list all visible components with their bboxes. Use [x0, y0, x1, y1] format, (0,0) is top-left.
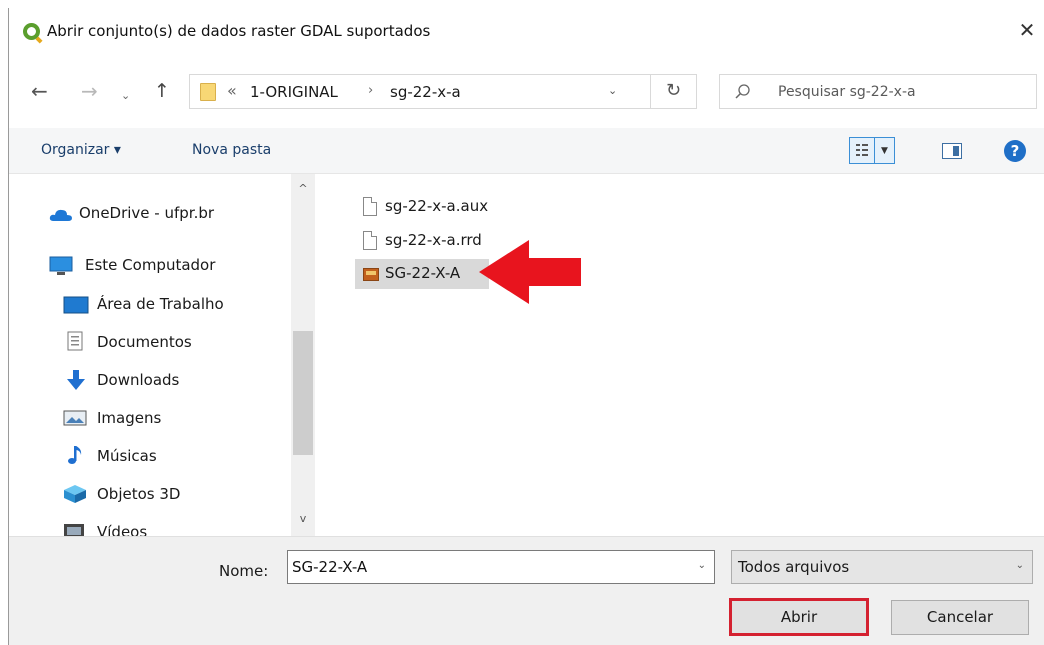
preview-pane-icon[interactable] — [942, 143, 962, 159]
file-item-sg-22-x-a[interactable]: SG-22-X-A — [355, 259, 489, 289]
scroll-thumb[interactable] — [293, 331, 313, 455]
file-name: SG-22-X-A — [385, 264, 461, 282]
file-name-combobox[interactable]: ⌄ — [287, 550, 715, 584]
sidebar-item-label: Downloads — [97, 371, 180, 389]
chevron-down-icon[interactable]: ⌄ — [698, 560, 706, 571]
dialog-title: Abrir conjunto(s) de dados raster GDAL s… — [47, 22, 431, 40]
computer-icon — [49, 256, 73, 275]
file-type-filter-select[interactable]: Todos arquivos ⌄ — [731, 550, 1033, 584]
up-folder-arrow-icon[interactable]: ↑ — [154, 81, 170, 101]
raster-image-icon — [363, 268, 379, 281]
sidebar-item-label: Documentos — [97, 333, 192, 351]
open-file-dialog: Abrir conjunto(s) de dados raster GDAL s… — [8, 8, 1044, 645]
open-button[interactable]: Abrir — [729, 598, 869, 636]
annotation-arrow-icon — [479, 240, 581, 304]
back-arrow-icon[interactable]: ← — [31, 81, 48, 101]
file-name: sg-22-x-a.rrd — [385, 231, 482, 249]
desktop-icon — [63, 296, 89, 314]
scroll-up-icon[interactable]: ^ — [291, 182, 315, 195]
scroll-down-icon[interactable]: v — [291, 512, 315, 525]
navigation-pane: OneDrive - ufpr.br Este Computador Área … — [9, 174, 315, 536]
sidebar-item-label: Imagens — [97, 409, 162, 427]
search-icon — [735, 84, 750, 99]
download-icon — [67, 370, 85, 390]
chevron-down-icon[interactable]: ⌄ — [1016, 560, 1024, 571]
sidebar-item-label: Vídeos — [97, 523, 148, 536]
details-view-icon — [856, 144, 868, 156]
search-input[interactable] — [778, 81, 1028, 103]
address-bar[interactable]: « 1-ORIGINAL › sg-22-x-a ⌄ — [189, 74, 651, 109]
sidebar-scrollbar[interactable]: ^ v — [291, 174, 315, 536]
address-dropdown-icon[interactable]: ⌄ — [608, 84, 617, 97]
qgis-logo-icon — [23, 23, 40, 40]
refresh-button[interactable]: ↻ — [651, 74, 697, 109]
image-icon — [63, 410, 87, 426]
organize-menu-button[interactable]: Organizar ▾ — [41, 142, 121, 158]
recent-locations-chevron-icon[interactable]: ⌄ — [121, 86, 130, 106]
file-icon — [363, 197, 377, 216]
dialog-footer: Nome: ⌄ Todos arquivos ⌄ Abrir Cancelar — [9, 536, 1044, 645]
breadcrumb-overflow-icon[interactable]: « — [227, 81, 237, 100]
file-type-value: Todos arquivos — [738, 558, 850, 576]
cancel-button[interactable]: Cancelar — [891, 600, 1029, 635]
breadcrumb-separator-icon[interactable]: › — [368, 83, 373, 98]
document-icon — [67, 331, 83, 351]
help-icon[interactable]: ? — [1004, 140, 1026, 162]
sidebar-item-label: Este Computador — [85, 256, 216, 274]
file-name-label: Nome: — [219, 562, 269, 580]
video-icon — [64, 524, 84, 536]
cloud-icon — [49, 209, 72, 221]
command-toolbar: Organizar ▾ Nova pasta ▼ ? — [9, 128, 1044, 174]
file-item-aux[interactable]: sg-22-x-a.aux — [355, 192, 515, 222]
file-name: sg-22-x-a.aux — [385, 197, 489, 215]
new-folder-button[interactable]: Nova pasta — [192, 142, 271, 158]
file-list: sg-22-x-a.aux sg-22-x-a.rrd SG-22-X-A — [315, 174, 1044, 536]
title-bar: Abrir conjunto(s) de dados raster GDAL s… — [9, 8, 1044, 52]
cube-icon — [64, 485, 86, 503]
file-icon — [363, 231, 377, 250]
sidebar-item-label: Objetos 3D — [97, 485, 181, 503]
forward-arrow-icon[interactable]: → — [81, 81, 98, 101]
breadcrumb-1-original[interactable]: 1-ORIGINAL — [250, 83, 338, 101]
file-name-input[interactable] — [292, 556, 672, 578]
sidebar-item-label: OneDrive - ufpr.br — [79, 204, 215, 222]
close-button[interactable]: ✕ — [1013, 18, 1041, 44]
folder-icon — [200, 83, 216, 101]
view-options-dropdown-icon[interactable]: ▼ — [875, 137, 895, 164]
sidebar-item-label: Área de Trabalho — [97, 295, 224, 313]
music-icon — [68, 446, 82, 464]
change-view-button[interactable] — [849, 137, 875, 164]
sidebar-item-label: Músicas — [97, 447, 157, 465]
breadcrumb-sg-22-x-a[interactable]: sg-22-x-a — [390, 83, 461, 101]
search-box[interactable] — [719, 74, 1037, 109]
